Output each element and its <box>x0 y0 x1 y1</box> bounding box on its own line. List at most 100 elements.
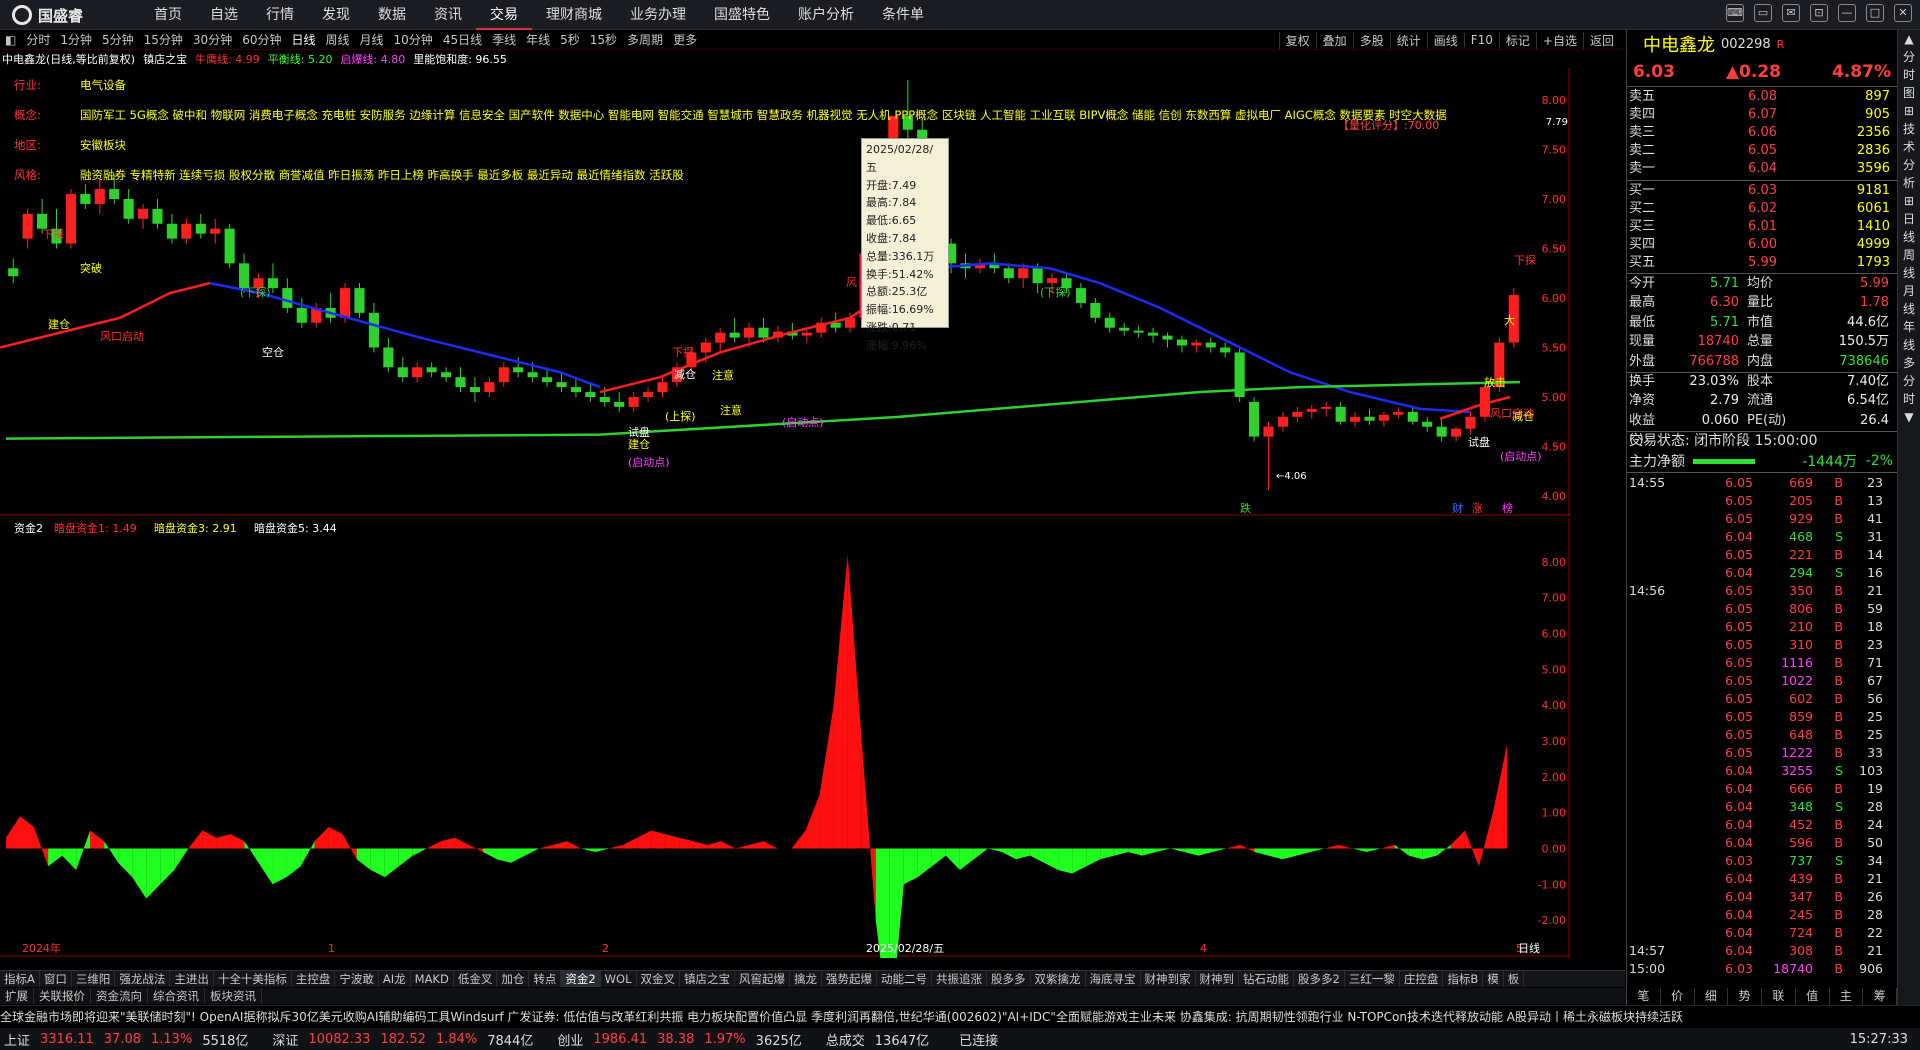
chart-tool-button[interactable]: 标记 <box>1498 31 1536 49</box>
menu-item[interactable]: 条件单 <box>868 0 938 30</box>
candle-body[interactable] <box>397 367 408 378</box>
candle-body[interactable] <box>1335 406 1346 422</box>
window-control-icon[interactable]: ⌨ <box>1726 4 1744 22</box>
chart-tool-button[interactable]: 多股 <box>1352 31 1390 49</box>
menu-item[interactable]: 理财商城 <box>532 0 616 30</box>
app-logo[interactable]: 国盛睿 <box>12 4 83 26</box>
candle-body[interactable] <box>1018 268 1029 279</box>
period-tab[interactable]: 月线 <box>355 31 389 48</box>
menu-item[interactable]: 国盛特色 <box>700 0 784 30</box>
candle-body[interactable] <box>282 288 293 308</box>
candle-body[interactable] <box>80 194 91 204</box>
indicator-tab[interactable]: 转点 <box>529 971 562 987</box>
period-tab[interactable]: 1分钟 <box>55 31 97 48</box>
candle-body[interactable] <box>22 213 33 239</box>
order-book-row[interactable]: 卖五 6.08 897 <box>1627 88 1897 106</box>
indicator-tab[interactable]: 动能二号 <box>877 971 932 987</box>
indicator-tab[interactable]: 宁波敢 <box>335 971 379 987</box>
candle-body[interactable] <box>628 397 639 407</box>
candle-body[interactable] <box>1393 411 1404 415</box>
quote-footer-tab[interactable]: 价 <box>1661 988 1695 1005</box>
window-control-icon[interactable]: ▭ <box>1754 4 1772 22</box>
side-strip-item[interactable]: 线 <box>1903 300 1915 318</box>
candle-body[interactable] <box>210 228 221 234</box>
order-book-row[interactable]: 买二 6.02 6061 <box>1627 200 1897 218</box>
quote-footer-tab[interactable]: 值 <box>1796 988 1830 1005</box>
period-tab[interactable]: 15分钟 <box>139 31 188 48</box>
candle-body[interactable] <box>585 392 596 397</box>
info-tab[interactable]: 关联报价 <box>34 988 91 1004</box>
period-tab[interactable]: 60分钟 <box>237 31 286 48</box>
side-strip-item[interactable]: 术 <box>1903 138 1915 156</box>
candle-body[interactable] <box>1176 339 1187 346</box>
candle-body[interactable] <box>1407 411 1418 422</box>
index-name[interactable]: 创业 <box>557 1030 583 1049</box>
period-tab[interactable]: 更多 <box>668 31 702 48</box>
menu-item[interactable]: 业务办理 <box>616 0 700 30</box>
period-tab[interactable]: 5秒 <box>555 31 585 48</box>
candle-body[interactable] <box>1422 421 1433 427</box>
candle-body[interactable] <box>643 392 654 397</box>
candle-body[interactable] <box>455 377 466 388</box>
side-strip-item[interactable]: 线 <box>1903 336 1915 354</box>
candle-body[interactable] <box>224 228 235 264</box>
candle-body[interactable] <box>1119 327 1130 331</box>
candle-body[interactable] <box>195 223 206 234</box>
candle-body[interactable] <box>166 223 177 239</box>
quote-footer-tab[interactable]: 势 <box>1728 988 1762 1005</box>
indicator-tab[interactable]: 海底寻宝 <box>1086 971 1141 987</box>
order-book-row[interactable]: 卖三 6.06 2356 <box>1627 124 1897 142</box>
side-strip-item[interactable]: 析 <box>1903 174 1915 192</box>
side-strip-item[interactable]: 分 <box>1903 48 1915 66</box>
side-strip-item[interactable]: 周 <box>1903 246 1915 264</box>
indicator-tab[interactable]: 模 <box>1483 971 1504 987</box>
indicator-tab[interactable]: 风窖起爆 <box>735 971 790 987</box>
candle-body[interactable] <box>729 332 740 338</box>
quote-footer-tab[interactable]: 联 <box>1762 988 1796 1005</box>
period-tab[interactable]: 分时 <box>21 31 55 48</box>
side-strip-item[interactable]: ⊞ <box>1904 102 1914 120</box>
info-tab[interactable]: 资金流向 <box>91 988 148 1004</box>
indicator-tab[interactable]: 低金叉 <box>454 971 498 987</box>
period-tab[interactable]: 日线 <box>286 31 320 48</box>
period-tab[interactable]: 10分钟 <box>389 31 438 48</box>
candle-body[interactable] <box>570 387 581 393</box>
period-tab[interactable]: 45日线 <box>438 31 487 48</box>
candle-body[interactable] <box>1451 428 1462 437</box>
indicator-tab[interactable]: 三红一黎 <box>1345 971 1400 987</box>
candle-body[interactable] <box>1378 414 1389 421</box>
candle-body[interactable] <box>498 367 509 383</box>
indicator-tab[interactable]: 窗口 <box>40 971 72 987</box>
indicator-tab[interactable]: 指标A <box>0 971 40 987</box>
candle-body[interactable] <box>1249 401 1260 437</box>
period-tab[interactable]: 多周期 <box>622 31 668 48</box>
candle-body[interactable] <box>1090 302 1101 318</box>
candle-body[interactable] <box>1364 416 1375 421</box>
side-strip-item[interactable]: 分 <box>1903 156 1915 174</box>
menu-item[interactable]: 首页 <box>140 0 196 30</box>
candle-body[interactable] <box>614 401 625 407</box>
order-book-row[interactable]: 买四 6.00 4999 <box>1627 236 1897 254</box>
candle-body[interactable] <box>1436 426 1447 437</box>
candle-body[interactable] <box>152 208 163 224</box>
info-tab[interactable]: 扩展 <box>0 988 34 1004</box>
side-strip-item[interactable]: 技 <box>1903 120 1915 138</box>
event-marker[interactable]: 财 <box>1452 501 1463 515</box>
indicator-tab[interactable]: 三维阳 <box>72 971 116 987</box>
menu-item[interactable]: 自选 <box>196 0 252 30</box>
window-control-icon[interactable]: — <box>1838 4 1856 22</box>
indicator-tab[interactable]: WOL <box>601 971 637 987</box>
period-tab[interactable]: 周线 <box>321 31 355 48</box>
candle-body[interactable] <box>1205 342 1216 348</box>
order-book-row[interactable]: 卖一 6.04 3596 <box>1627 160 1897 178</box>
indicator-tab[interactable]: 财神到家 <box>1141 971 1196 987</box>
indicator-tab[interactable]: 共振追涨 <box>932 971 987 987</box>
order-book-row[interactable]: 买三 6.01 1410 <box>1627 218 1897 236</box>
candle-body[interactable] <box>801 332 812 336</box>
candle-body[interactable] <box>1321 406 1332 409</box>
side-strip-item[interactable]: 日 <box>1903 210 1915 228</box>
event-marker[interactable]: 榜 <box>1502 501 1513 515</box>
chart-indicator-name[interactable]: 镇店之宝 <box>143 51 187 67</box>
sub-chart-title[interactable]: 资金2 <box>14 521 43 535</box>
trade-ticks[interactable]: 14:55 6.05 669 B 23 6.05 205 B 13 6.05 929 B 41 6.04 4… <box>1627 474 1897 978</box>
